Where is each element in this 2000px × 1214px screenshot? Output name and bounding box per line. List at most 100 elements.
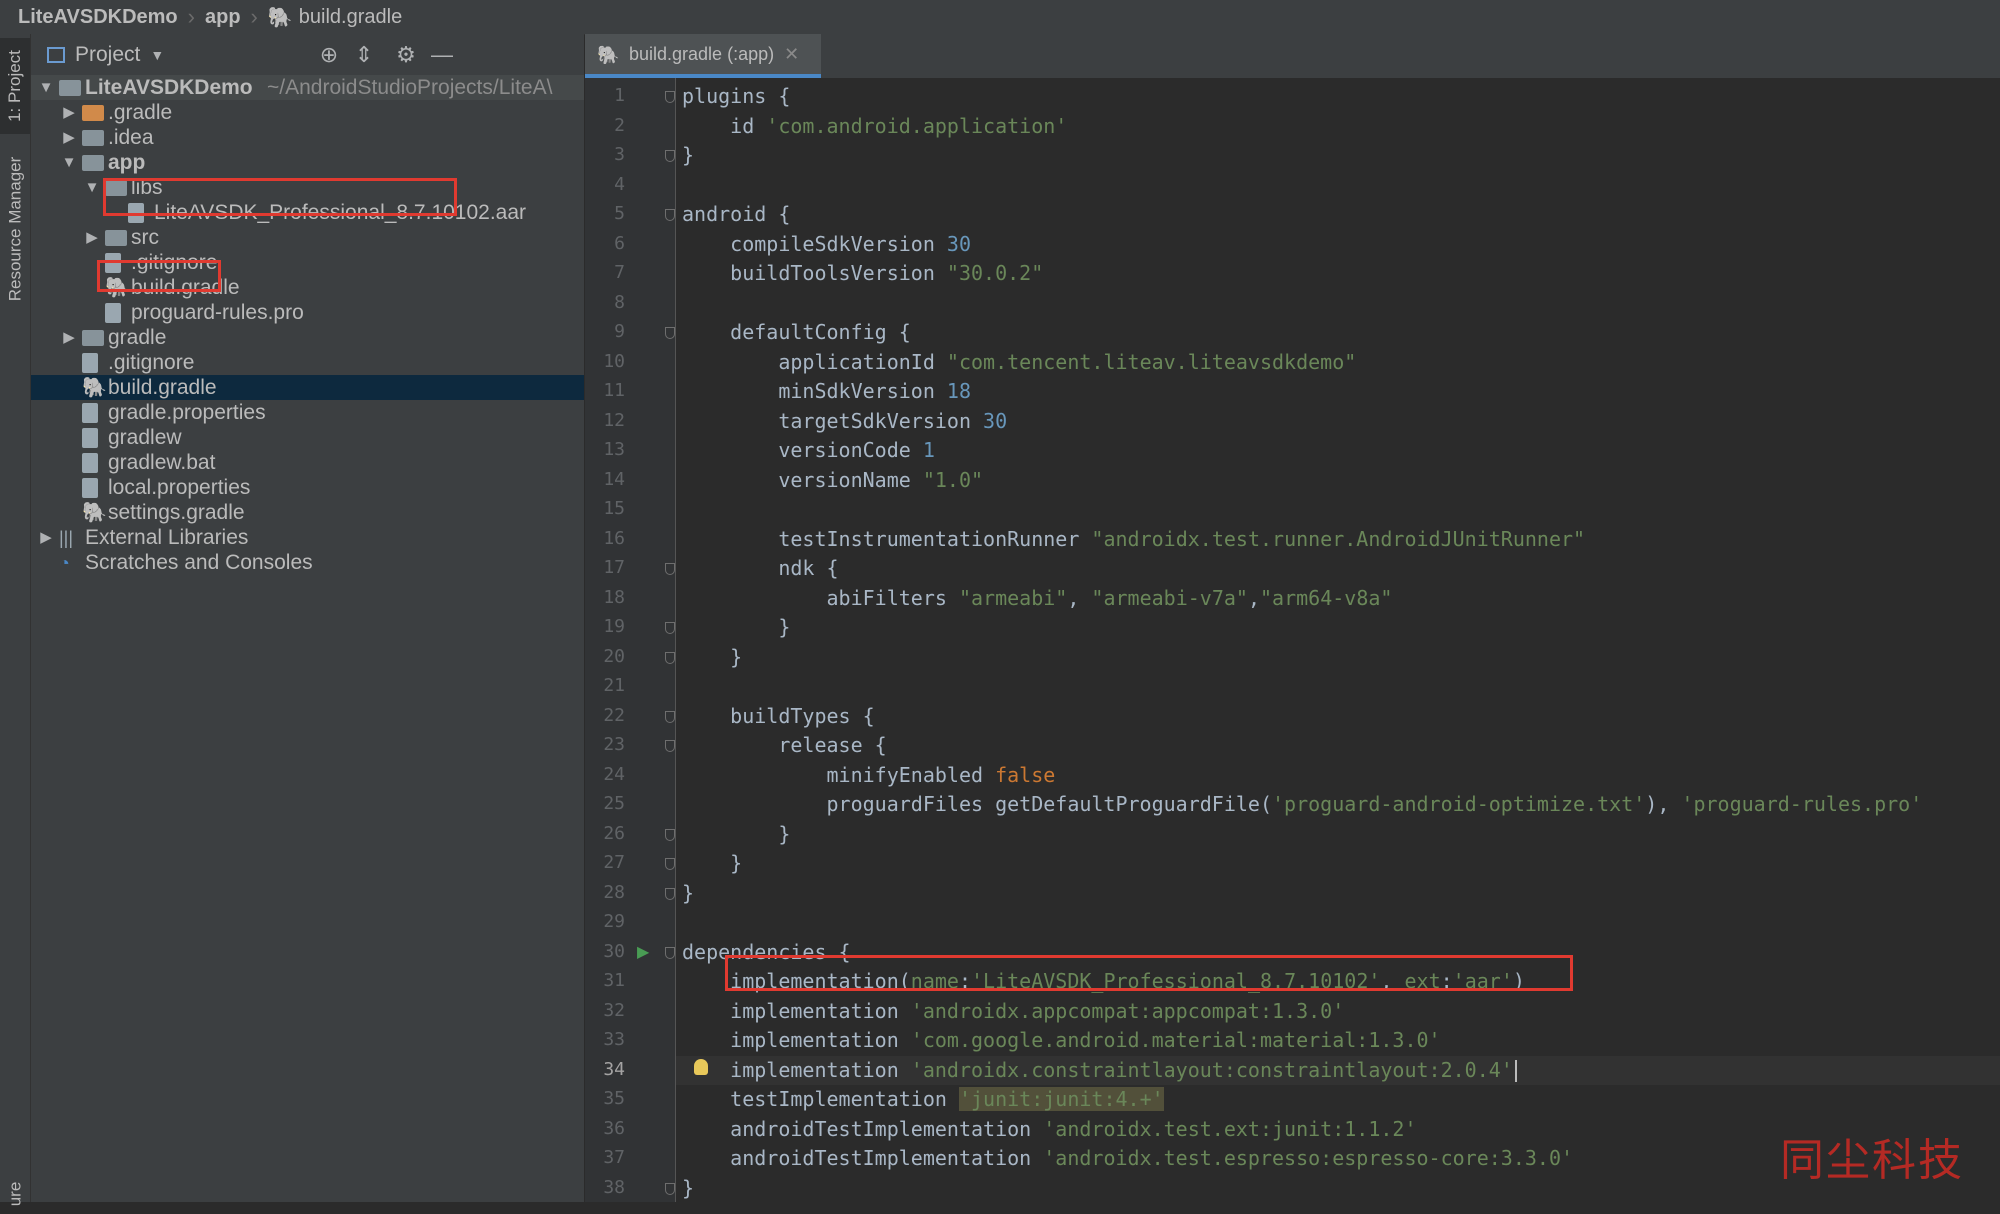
- lightbulb-icon[interactable]: [694, 1058, 708, 1075]
- code-token: 'androidx.constraintlayout:constraintlay…: [910, 1057, 1513, 1082]
- tree-item[interactable]: ▶ src: [31, 225, 584, 250]
- code-token: 'com.android.application': [766, 113, 1068, 138]
- tree-item[interactable]: 🐘 settings.gradle: [31, 500, 584, 525]
- code-token: }: [682, 615, 791, 639]
- breadcrumb: LiteAVSDKDemo › app › 🐘 build.gradle: [0, 0, 2000, 35]
- chevron-right-icon[interactable]: ▶: [60, 125, 78, 150]
- tree-item-label: proguard-rules.pro: [131, 301, 304, 324]
- line-number: 30: [603, 940, 625, 962]
- code-token: buildTypes {: [682, 703, 875, 728]
- line-number: 24: [603, 763, 625, 785]
- line-number: 12: [603, 409, 625, 431]
- tree-item[interactable]: ▶ gradle: [31, 325, 584, 350]
- code-line: }: [682, 849, 742, 878]
- code-editor[interactable]: plugins { id 'com.android.application'} a…: [676, 78, 2000, 1202]
- line-number: 26: [603, 822, 625, 844]
- line-number: 18: [603, 586, 625, 608]
- chevron-right-icon[interactable]: ▶: [60, 100, 78, 125]
- code-token: targetSdkVersion: [682, 408, 984, 433]
- code-line: proguardFiles getDefaultProguardFile('pr…: [682, 790, 1922, 819]
- fold-marker-icon[interactable]: [665, 1182, 675, 1195]
- code-line: applicationId "com.tencent.liteav.liteav…: [682, 348, 1356, 377]
- fold-marker-icon[interactable]: [665, 563, 675, 575]
- tree-item[interactable]: ▶ ||| External Libraries: [31, 525, 584, 550]
- line-number: 14: [603, 468, 625, 490]
- tree-item[interactable]: gradlew.bat: [31, 450, 584, 475]
- libraries-icon: |||: [59, 528, 74, 548]
- orange-folder-icon: [82, 105, 104, 121]
- text-caret: [1514, 1060, 1517, 1082]
- tab-label: build.gradle (:app): [629, 43, 775, 64]
- tree-item-label: .gitignore: [108, 351, 195, 374]
- fold-marker-icon[interactable]: [665, 327, 675, 339]
- code-line: minifyEnabled false: [682, 761, 1055, 790]
- fold-marker-icon[interactable]: [665, 710, 675, 723]
- tree-item[interactable]: ▼ app: [31, 150, 584, 175]
- fold-marker-icon[interactable]: [665, 150, 675, 162]
- code-line: versionName "1.0": [682, 466, 983, 495]
- tree-item[interactable]: .gitignore: [31, 350, 584, 375]
- chevron-right-icon[interactable]: ▶: [60, 325, 78, 350]
- line-number: 25: [603, 793, 625, 814]
- fold-marker-icon[interactable]: [665, 209, 675, 221]
- code-line: implementation 'androidx.appcompat:appco…: [682, 997, 1344, 1026]
- fold-marker-icon[interactable]: [665, 622, 675, 634]
- fold-marker-icon[interactable]: [665, 858, 675, 870]
- chevron-down-icon[interactable]: ▼: [150, 47, 164, 63]
- tree-item[interactable]: ◔ Scratches and Consoles: [31, 550, 584, 575]
- breadcrumb-module[interactable]: app: [195, 6, 241, 29]
- gear-icon[interactable]: ⚙: [393, 42, 419, 68]
- code-token: implementation: [682, 998, 911, 1023]
- ignore-file-icon: [82, 353, 98, 373]
- line-number: 1: [614, 85, 625, 106]
- code-token: "1.0": [922, 467, 984, 492]
- code-token: versionCode: [682, 438, 923, 462]
- code-token: 'junit:junit:4.+': [958, 1087, 1164, 1111]
- line-number: 7: [614, 262, 625, 283]
- tree-item[interactable]: local.properties: [31, 475, 584, 500]
- collapse-all-icon[interactable]: ⇕: [351, 42, 377, 68]
- structure-tool-tab[interactable]: ure: [0, 1174, 30, 1214]
- tree-item[interactable]: ▶ .gradle: [31, 100, 584, 125]
- fold-marker-icon[interactable]: [665, 91, 675, 103]
- project-tool-tab[interactable]: 1: Project: [0, 38, 30, 134]
- chevron-down-icon[interactable]: ▼: [83, 175, 101, 200]
- watermark: 同尘科技: [1780, 1135, 1964, 1186]
- tree-item[interactable]: 🐘 build.gradle: [31, 375, 584, 400]
- text-file-icon: [105, 303, 121, 323]
- code-line: abiFilters "armeabi", "armeabi-v7a","arm…: [682, 584, 1392, 613]
- resource-manager-tool-tab[interactable]: Resource Manager: [0, 144, 30, 314]
- chevron-right-icon[interactable]: ▶: [37, 525, 55, 550]
- tree-item-label: app: [108, 151, 146, 174]
- tree-item[interactable]: proguard-rules.pro: [31, 300, 584, 325]
- tree-item[interactable]: ▼ LiteAVSDKDemo ~/AndroidStudioProjects/Li…: [31, 75, 584, 100]
- breadcrumb-file[interactable]: build.gradle: [293, 6, 402, 29]
- minimize-icon[interactable]: —: [429, 42, 455, 68]
- code-token: 'androidx.appcompat:appcompat:1.3.0': [910, 998, 1345, 1023]
- code-line: testInstrumentationRunner "androidx.test…: [682, 525, 1585, 554]
- properties-file-icon: [82, 478, 98, 498]
- tree-item-label: gradle: [108, 326, 167, 349]
- fold-marker-icon[interactable]: [665, 887, 675, 900]
- close-icon[interactable]: ✕: [784, 44, 799, 65]
- fold-marker-icon[interactable]: [665, 946, 675, 959]
- code-token: id: [682, 113, 767, 138]
- chevron-down-icon[interactable]: ▼: [60, 150, 78, 175]
- chevron-right-icon[interactable]: ▶: [83, 225, 101, 250]
- run-icon[interactable]: ▶: [637, 942, 649, 962]
- project-view-selector[interactable]: Project: [75, 43, 140, 67]
- code-token: }: [682, 143, 695, 167]
- locate-icon[interactable]: ⊕: [316, 42, 342, 68]
- tab-build-gradle-app[interactable]: 🐘 build.gradle (:app) ✕: [585, 34, 821, 78]
- tree-item[interactable]: gradle.properties: [31, 400, 584, 425]
- code-token: 30: [946, 231, 971, 256]
- code-line: minSdkVersion 18: [682, 377, 971, 406]
- breadcrumb-project[interactable]: LiteAVSDKDemo: [0, 6, 178, 29]
- tree-item[interactable]: gradlew: [31, 425, 584, 450]
- fold-marker-icon[interactable]: [665, 740, 675, 752]
- tree-item[interactable]: ▶ .idea: [31, 125, 584, 150]
- line-number: 2: [614, 114, 625, 136]
- fold-marker-icon[interactable]: [665, 651, 675, 664]
- fold-marker-icon[interactable]: [665, 828, 675, 841]
- chevron-down-icon[interactable]: ▼: [37, 75, 55, 100]
